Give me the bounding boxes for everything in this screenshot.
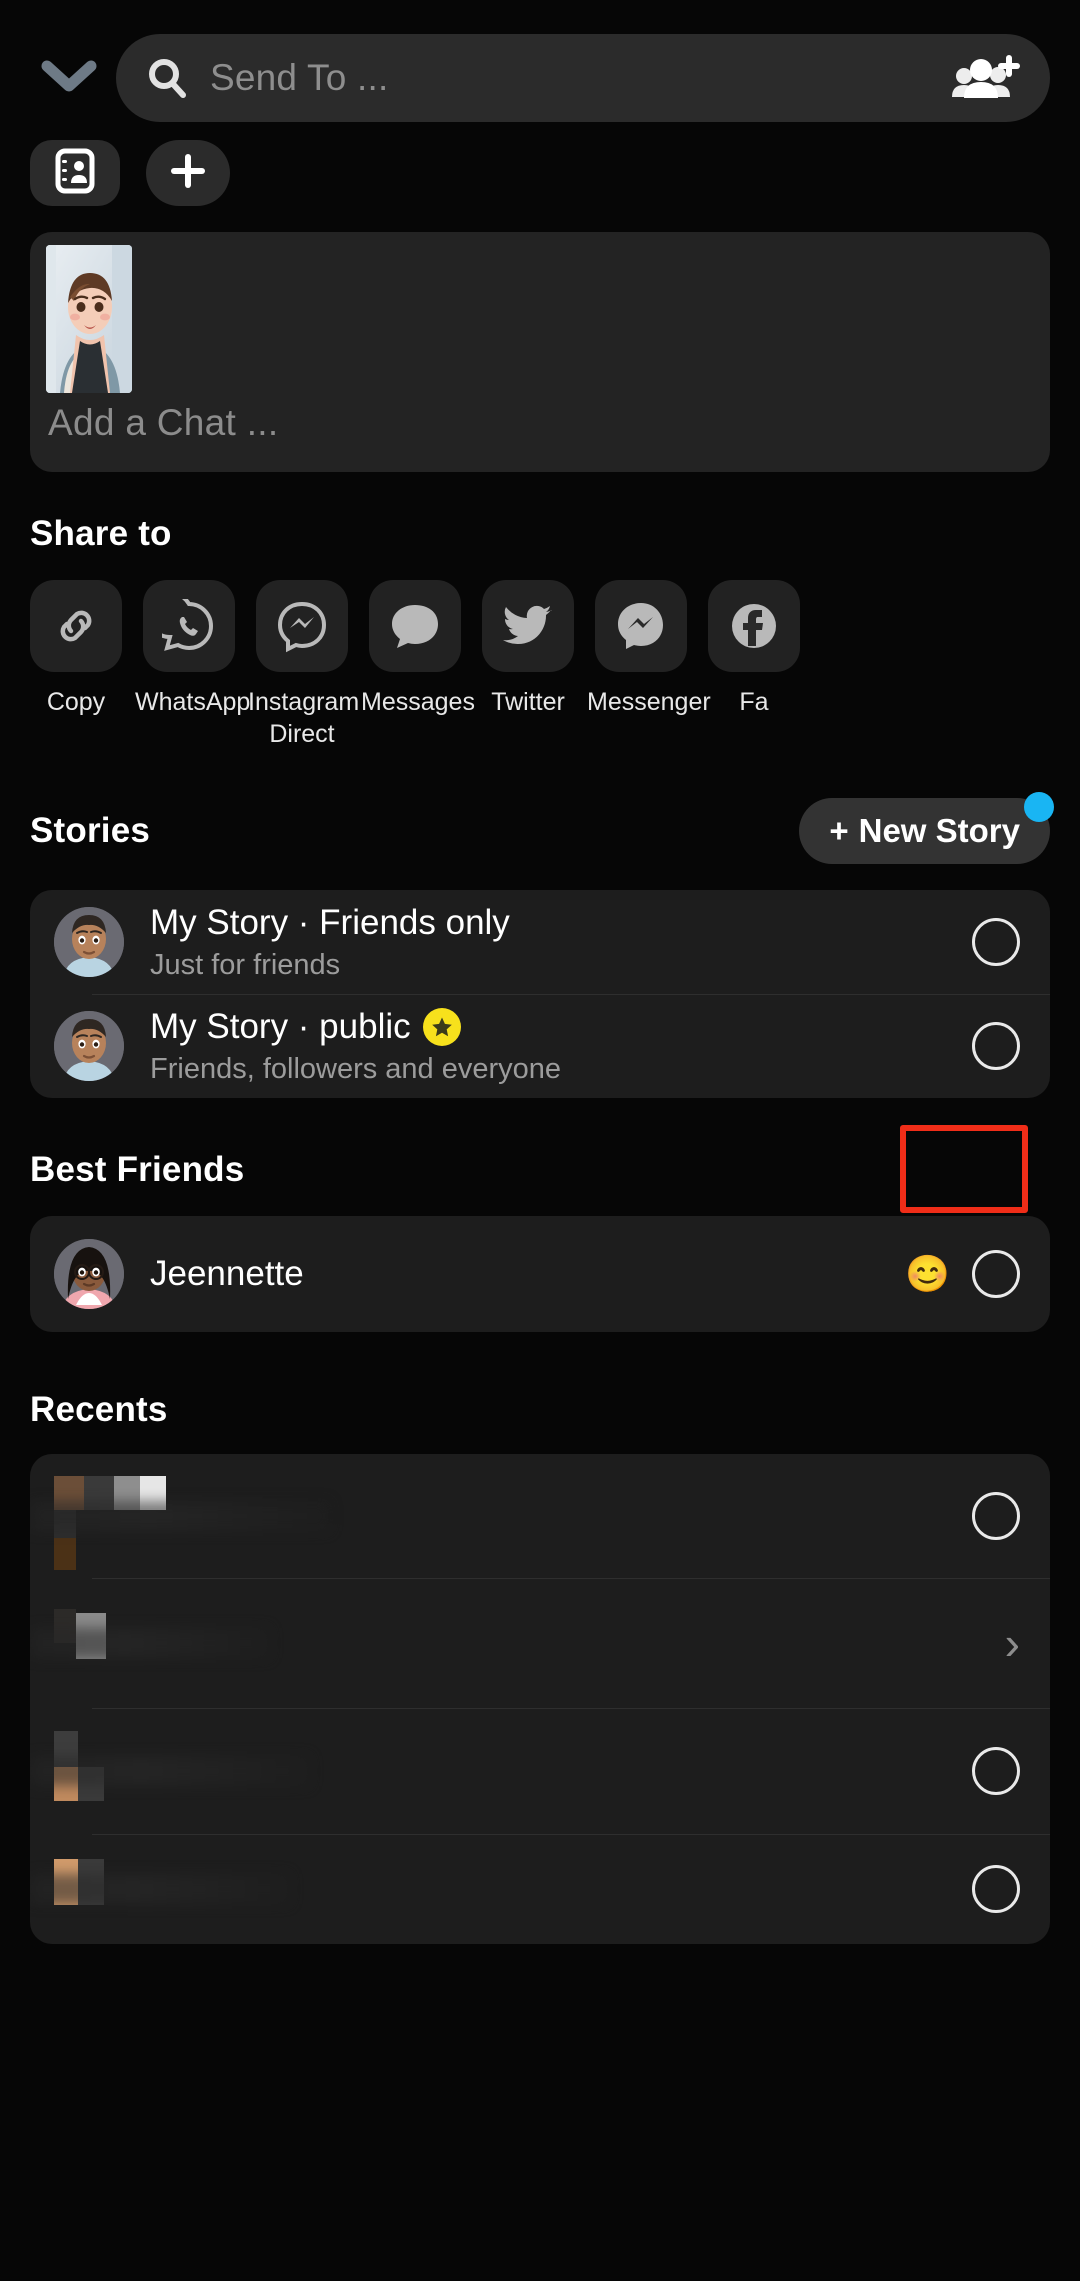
share-item-label: Fa [739, 688, 769, 716]
avatar [54, 1239, 124, 1309]
best-friend-row-jeennette[interactable]: Jeennette 😊 [30, 1216, 1050, 1332]
stories-section-title: Stories [30, 811, 151, 850]
facebook-icon [708, 580, 800, 672]
share-item-label: Instagram Direct [248, 688, 360, 748]
recents-row-3[interactable] [30, 1708, 1050, 1834]
share-item-messenger[interactable]: Messenger [587, 580, 711, 750]
friend-emoji: 😊 [905, 1253, 950, 1294]
share-item-label: Messages [361, 688, 475, 716]
redacted-name [30, 1874, 290, 1904]
share-item-copy[interactable]: Copy [30, 580, 122, 750]
story-row-friends-only[interactable]: My Story · Friends only Just for friends [30, 890, 1050, 994]
share-item-messages[interactable]: Messages [361, 580, 475, 750]
instagram-direct-icon [256, 580, 348, 672]
new-story-label: New Story [858, 812, 1020, 849]
recents-row-1-radio[interactable] [972, 1492, 1020, 1540]
story-row-subtitle: Friends, followers and everyone [150, 1052, 562, 1085]
share-item-whatsapp[interactable]: WhatsApp [135, 580, 250, 750]
link-icon [30, 580, 122, 672]
search-icon [146, 57, 188, 99]
recents-row-3-radio[interactable] [972, 1747, 1020, 1795]
snap-thumbnail [46, 245, 132, 393]
share-row[interactable]: Copy WhatsApp Instagram Direct Messages Twit… [0, 554, 1080, 750]
quick-actions [0, 118, 1080, 206]
story-row-friends-only-radio[interactable] [972, 918, 1020, 966]
story-row-text: My Story · Friends only Just for friends [150, 903, 972, 982]
best-friend-name: Jeennette [150, 1254, 304, 1293]
send-to-screen: Add a Chat ... Share to Copy WhatsAppInst… [0, 0, 1080, 2281]
story-row-title: My Story · public [150, 1007, 972, 1047]
whatsapp-icon [143, 580, 235, 672]
stories-header: Stories + New Story [0, 792, 1080, 864]
chat-preview-card[interactable]: Add a Chat ... [30, 232, 1050, 472]
avatar [54, 907, 124, 977]
recents-list: › [30, 1454, 1050, 1944]
recents-row-4[interactable] [30, 1834, 1050, 1944]
share-section-title: Share to [30, 514, 172, 553]
add-chat-placeholder[interactable]: Add a Chat ... [48, 402, 278, 444]
recents-row-1[interactable] [30, 1454, 1050, 1578]
story-row-title: My Story · Friends only [150, 903, 972, 943]
message-bubble-icon [369, 580, 461, 672]
plus-icon [166, 149, 210, 198]
share-item-label: Twitter [491, 688, 565, 716]
story-row-public-radio[interactable] [972, 1022, 1020, 1070]
collapse-button[interactable] [30, 39, 108, 117]
avatar [54, 1011, 124, 1081]
share-item-fa[interactable]: Fa [708, 580, 800, 750]
twitter-icon [482, 580, 574, 672]
story-title-text: My Story · Friends only [150, 902, 510, 942]
contact-card-icon [53, 147, 97, 200]
best-friend-row-text: Jeennette [150, 1254, 905, 1294]
redacted-name [30, 1501, 330, 1531]
recents-row-2[interactable]: › [30, 1578, 1050, 1708]
best-friends-list: Jeennette 😊 [30, 1216, 1050, 1332]
chevron-right-icon[interactable]: › [1005, 1620, 1020, 1666]
share-item-label: Messenger [587, 688, 711, 716]
chevron-down-icon [41, 58, 97, 99]
redacted-name [30, 1756, 310, 1786]
share-item-twitter[interactable]: Twitter [482, 580, 574, 750]
best-friends-section-title: Best Friends [30, 1150, 245, 1189]
share-item-label: WhatsApp [135, 688, 251, 716]
star-badge-icon [422, 1007, 461, 1046]
stories-list: My Story · Friends only Just for friends [30, 890, 1050, 1098]
redacted-name [30, 1628, 270, 1658]
story-row-text: My Story · public Friends, followers and… [150, 1007, 972, 1086]
plus-glyph: + [829, 812, 849, 849]
share-section: Share to Copy WhatsApp Instagram Direct Mes… [0, 514, 1080, 750]
add-button[interactable] [146, 140, 230, 206]
recents-row-4-radio[interactable] [972, 1865, 1020, 1913]
recents-section-title: Recents [30, 1390, 168, 1429]
contact-card-button[interactable] [30, 140, 120, 206]
share-item-label: Copy [46, 688, 106, 716]
new-story-button[interactable]: + New Story [799, 792, 1054, 864]
search-bar[interactable] [116, 34, 1050, 122]
best-friend-row-radio[interactable] [972, 1250, 1020, 1298]
share-item-instagram-direct[interactable]: Instagram Direct [248, 580, 359, 750]
story-row-subtitle: Just for friends [150, 948, 341, 981]
search-input[interactable] [210, 57, 928, 99]
header [0, 0, 1080, 122]
messenger-icon [595, 580, 687, 672]
group-add-icon[interactable] [950, 53, 1022, 103]
story-title-text: My Story · public [150, 1006, 411, 1046]
new-story-badge-dot [1024, 792, 1054, 822]
story-row-public[interactable]: My Story · public Friends, followers and… [30, 994, 1050, 1098]
